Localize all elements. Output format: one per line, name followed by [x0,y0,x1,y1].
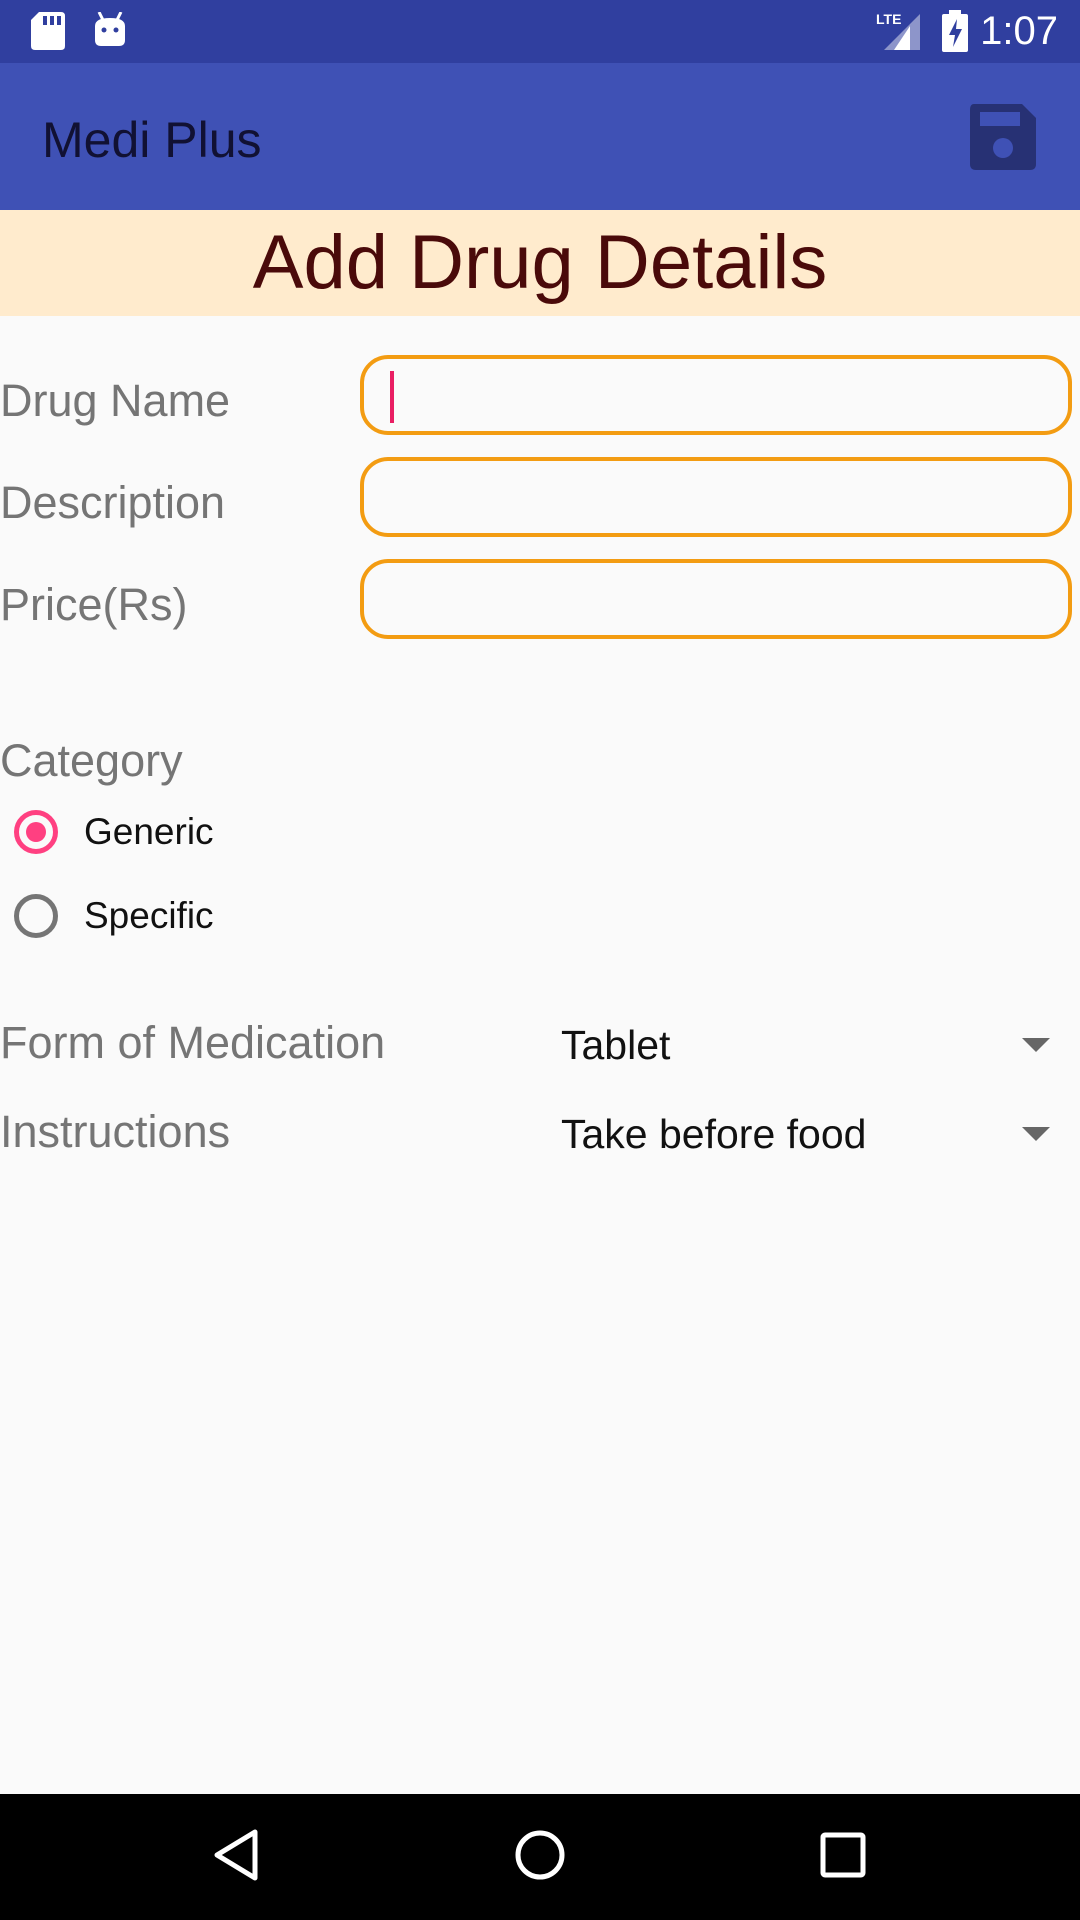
dropdown-arrow-icon [1022,1127,1050,1141]
android-debug-icon [93,11,127,53]
instructions-label: Instructions [0,1106,231,1157]
lte-signal-icon: LTE [874,10,922,57]
text-cursor [390,371,394,423]
radio-generic[interactable]: Generic [14,802,214,862]
recents-button[interactable] [808,1822,878,1892]
page-header: Add Drug Details [0,210,1080,316]
description-field[interactable] [360,457,1072,537]
description-input[interactable] [364,461,1068,533]
form-of-medication-value: Tablet [561,1022,671,1068]
status-time: 1:07 [980,9,1058,53]
sd-card-icon [31,12,65,55]
radio-specific-label: Specific [84,895,214,936]
description-label: Description [0,477,226,528]
form-of-medication-label: Form of Medication [0,1017,386,1068]
app-title: Medi Plus [42,112,262,168]
radio-unchecked-icon [14,894,58,938]
price-label: Price(Rs) [0,579,188,630]
save-button[interactable] [967,103,1039,175]
radio-generic-label: Generic [84,811,214,852]
save-icon [970,103,1036,175]
drug-name-label: Drug Name [0,375,231,426]
instructions-dropdown[interactable]: Take before food [540,1099,1070,1169]
home-button[interactable] [505,1822,575,1892]
drug-name-field[interactable] [360,355,1072,435]
back-button[interactable] [201,1822,271,1892]
home-icon [513,1828,567,1887]
instructions-value: Take before food [561,1111,867,1157]
recents-icon [818,1830,868,1885]
back-icon [211,1828,261,1887]
price-input[interactable] [364,563,1068,635]
radio-checked-icon [14,810,58,854]
dropdown-arrow-icon [1022,1038,1050,1052]
battery-charging-icon [941,10,969,57]
app-bar: Medi Plus [0,63,1080,210]
price-field[interactable] [360,559,1072,639]
form-of-medication-dropdown[interactable]: Tablet [540,1010,1070,1080]
category-label: Category [0,735,183,786]
navigation-bar [0,1794,1080,1920]
drug-name-input[interactable] [364,359,1068,431]
status-bar: LTE 1:07 [0,0,1080,63]
svg-text:LTE: LTE [876,11,901,27]
radio-specific[interactable]: Specific [14,886,214,946]
page-title: Add Drug Details [252,220,828,305]
